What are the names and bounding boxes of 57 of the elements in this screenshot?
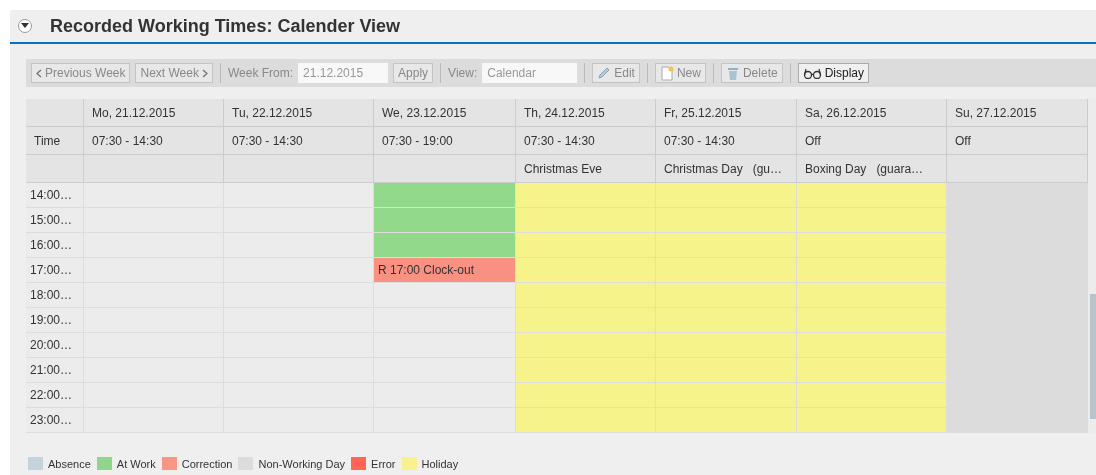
hour-label: 22:00… (26, 383, 84, 408)
hour-label: 21:00… (26, 358, 84, 383)
scrollbar-thumb[interactable] (1090, 294, 1096, 419)
hour-label: 15:00… (26, 208, 84, 233)
hour-label: 18:00… (26, 283, 84, 308)
glasses-icon (802, 67, 822, 79)
legend-label: Correction (181, 457, 233, 470)
day-header: Mo, 21.12.2015 (84, 99, 224, 127)
time-cell: Off (797, 127, 947, 155)
week-from-label: Week From: (227, 66, 294, 80)
next-week-button[interactable]: Next Week (135, 63, 213, 83)
previous-week-button[interactable]: Previous Week (31, 63, 131, 83)
time-label: Time (26, 127, 84, 155)
legend-label: Error (371, 457, 396, 470)
holiday-name: Christmas Eve (524, 161, 603, 176)
panel-title: Recorded Working Times: Calender View (50, 15, 401, 37)
hour-label: 19:00… (26, 308, 84, 333)
header-cell (26, 155, 84, 183)
correction-entry: R 17:00 Clock-out (374, 258, 516, 283)
legend-label: Absence (48, 457, 91, 470)
day-header: We, 23.12.2015 (374, 99, 516, 127)
pencil-icon (597, 66, 612, 80)
holiday-name: Christmas Day (664, 161, 743, 176)
time-cell: 07:30 - 14:30 (656, 127, 797, 155)
holiday-note: (gu… (752, 161, 783, 176)
hour-label: 16:00… (26, 233, 84, 258)
view-label: View: (448, 66, 478, 80)
day-header: Sa, 26.12.2015 (797, 99, 947, 127)
legend-label: Non-Working Day (258, 457, 346, 470)
week-from-field[interactable]: 21.12.2015 (298, 63, 389, 83)
caret-down-icon (21, 23, 29, 29)
hour-label: 17:00… (26, 258, 84, 283)
time-cell: Off (947, 127, 1088, 155)
legend-label: At Work (116, 457, 156, 470)
hour-label: 23:00… (26, 408, 84, 433)
view-field[interactable]: Calendar (482, 63, 578, 83)
time-cell: 07:30 - 14:30 (516, 127, 656, 155)
holiday-note: (guara… (876, 161, 924, 176)
display-button[interactable]: Display (797, 63, 869, 83)
page-icon (659, 65, 674, 81)
header-cell (26, 99, 84, 127)
hour-label: 14:00… (26, 183, 84, 208)
holiday-name: Boxing Day (805, 161, 867, 176)
day-header: Fr, 25.12.2015 (656, 99, 797, 127)
time-cell: 07:30 - 19:00 (374, 127, 516, 155)
collapse-toggle[interactable] (18, 19, 32, 33)
day-header: Tu, 22.12.2015 (224, 99, 374, 127)
legend-label: Holiday (421, 457, 459, 470)
day-header: Th, 24.12.2015 (516, 99, 656, 127)
chevron-right-icon (201, 68, 208, 78)
hour-label: 20:00… (26, 333, 84, 358)
chevron-left-icon (36, 68, 42, 78)
time-cell: 07:30 - 14:30 (84, 127, 224, 155)
time-cell: 07:30 - 14:30 (224, 127, 374, 155)
trash-icon (725, 65, 740, 81)
day-header: Su, 27.12.2015 (947, 99, 1088, 127)
apply-button[interactable]: Apply (393, 63, 434, 83)
